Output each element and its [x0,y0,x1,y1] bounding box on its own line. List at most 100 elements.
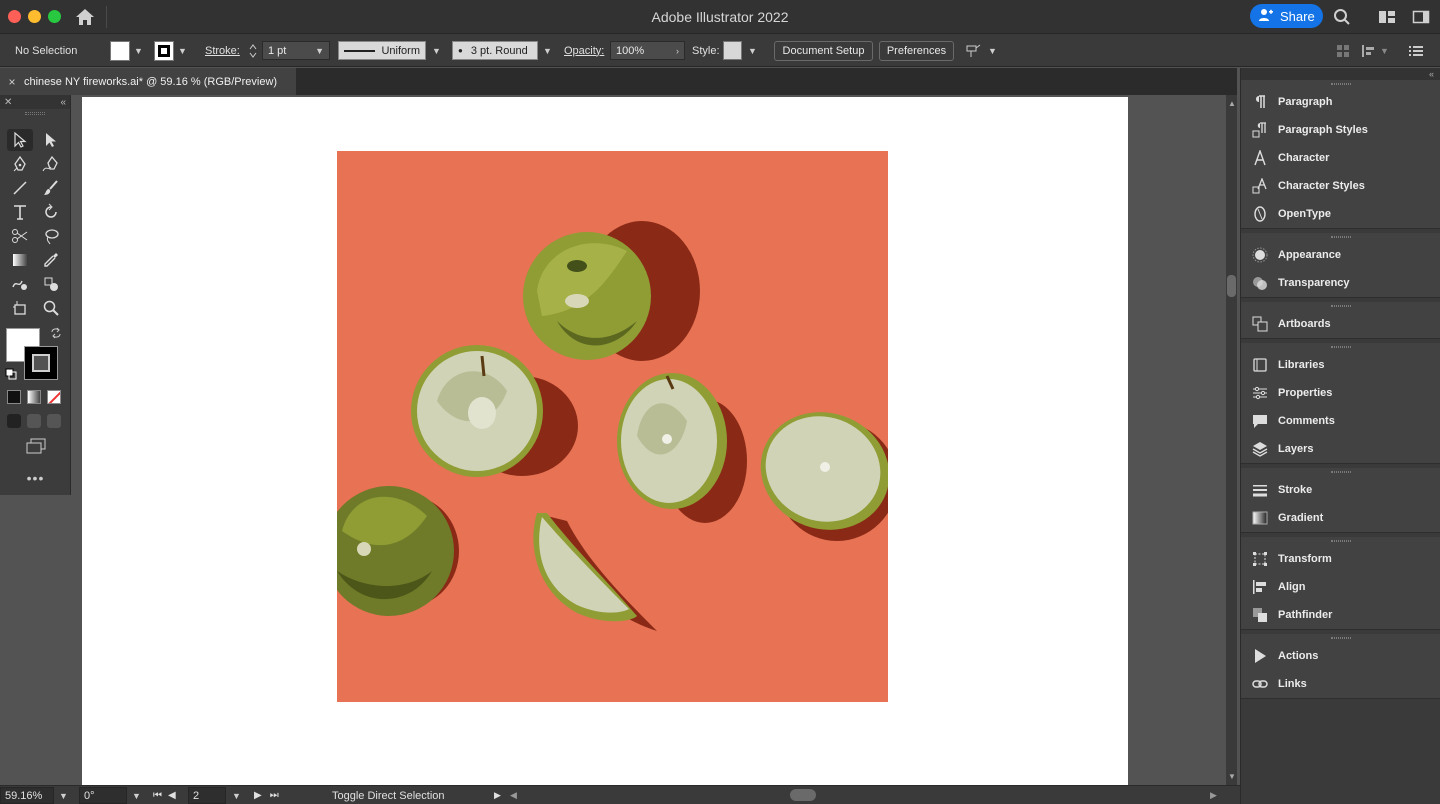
chevron-down-icon[interactable]: ▼ [134,46,143,56]
live-paint-bucket-tool[interactable] [38,273,64,295]
panel-item-paragraph-styles[interactable]: Paragraph Styles [1241,116,1440,144]
panel-item-artboards[interactable]: Artboards [1241,310,1440,338]
distribute-icon[interactable]: ▼ [1361,34,1389,67]
vertical-scroll-thumb[interactable] [1227,275,1236,297]
workspace-switcher-icon[interactable] [1378,8,1396,26]
type-tool[interactable] [7,201,33,223]
collapse-icon[interactable]: « [60,97,66,108]
panel-grip[interactable] [1241,468,1440,476]
search-icon[interactable] [1333,8,1351,26]
panel-item-libraries[interactable]: Libraries [1241,351,1440,379]
chevron-down-icon[interactable]: ▼ [988,46,997,56]
chevron-down-icon[interactable]: ▼ [432,46,441,56]
document-tab[interactable]: × chinese NY fireworks.ai* @ 59.16 % (RG… [0,68,296,95]
scroll-up-icon[interactable]: ▲ [1228,99,1236,108]
fill-swatch[interactable] [110,40,130,61]
chevron-down-icon[interactable]: ▼ [1380,46,1389,56]
variable-width-profile-dropdown[interactable]: Uniform [338,41,426,60]
artboard-tool[interactable] [7,297,33,319]
status-menu-arrow-icon[interactable]: ▶ [494,786,501,804]
chevron-down-icon[interactable]: ▼ [543,46,552,56]
previous-artboard-icon[interactable]: ◀ [168,790,176,801]
default-fill-stroke-icon[interactable] [5,368,17,383]
canvas-area[interactable] [72,95,1226,785]
panel-item-actions[interactable]: Actions [1241,642,1440,670]
horizontal-scroll-thumb[interactable] [790,789,816,801]
scroll-left-icon[interactable]: ◀ [510,786,517,804]
stroke-color-box[interactable] [24,346,58,380]
chevron-right-icon[interactable]: › [676,46,679,56]
scroll-down-icon[interactable]: ▼ [1228,772,1236,781]
panel-grip[interactable] [1241,537,1440,545]
rotation-field[interactable]: 0° [79,787,127,804]
panel-toggle-icon[interactable] [1412,8,1430,26]
pen-tool[interactable] [7,153,33,175]
graphic-style-control[interactable]: ▼ [723,34,757,67]
selection-tool[interactable] [7,129,33,151]
panel-item-transform[interactable]: Transform [1241,545,1440,573]
panel-grip[interactable] [1241,233,1440,241]
style-swatch[interactable] [723,41,742,60]
chevron-down-icon[interactable]: ▼ [178,46,187,56]
apples-artwork[interactable] [337,151,888,702]
gradient-tool[interactable] [7,249,33,271]
gradient-mode-icon[interactable] [27,390,41,404]
panel-item-character[interactable]: Character [1241,144,1440,172]
brush-chevron[interactable]: ▼ [543,34,552,67]
lasso-tool[interactable] [38,225,64,247]
scroll-right-icon[interactable]: ▶ [1210,786,1217,804]
draw-behind-icon[interactable] [27,414,41,428]
share-button[interactable]: Share [1250,4,1323,28]
vertical-scrollbar[interactable]: ▲ ▼ [1226,95,1237,785]
first-artboard-icon[interactable]: ⏮ [153,790,162,801]
draw-normal-icon[interactable] [7,414,21,428]
artboard-number-field[interactable]: 2 [188,787,226,804]
swap-fill-stroke-icon[interactable] [50,327,62,342]
profile-chevron[interactable]: ▼ [432,34,441,67]
zoom-level-field[interactable]: 59.16% [0,787,54,804]
blend-tool[interactable] [7,273,33,295]
stroke-color-control[interactable]: ▼ [154,34,187,67]
panel-item-opentype[interactable]: OpenType [1241,200,1440,228]
panel-item-properties[interactable]: Properties [1241,379,1440,407]
opacity-label[interactable]: Opacity: [564,34,604,67]
panel-grip[interactable] [1241,634,1440,642]
panel-item-appearance[interactable]: Appearance [1241,241,1440,269]
panel-item-align[interactable]: Align [1241,573,1440,601]
artboard-number-control[interactable]: 2 ▼ [188,786,241,804]
zoom-tool[interactable] [38,297,64,319]
stroke-swatch[interactable] [154,40,174,61]
stroke-weight-dropdown[interactable]: 1 pt ▼ [262,41,330,60]
more-tools-icon[interactable]: ••• [0,470,71,486]
opacity-field[interactable]: 100% › [610,41,685,60]
curvature-tool[interactable] [38,153,64,175]
panel-item-pathfinder[interactable]: Pathfinder [1241,601,1440,629]
close-icon[interactable]: ✕ [4,97,12,108]
panel-item-layers[interactable]: Layers [1241,435,1440,463]
preferences-button[interactable]: Preferences [879,41,954,61]
draw-inside-icon[interactable] [47,414,61,428]
align-panel-icon[interactable] [1336,34,1350,67]
next-artboard-icon[interactable]: ▶ [254,790,262,801]
panel-item-links[interactable]: Links [1241,670,1440,698]
eyedropper-tool[interactable] [38,249,64,271]
panel-item-paragraph[interactable]: Paragraph [1241,88,1440,116]
fill-color-control[interactable]: ▼ [110,34,143,67]
panel-menu-icon[interactable] [1409,34,1423,67]
direct-selection-tool[interactable] [38,129,64,151]
chevron-down-icon[interactable]: ▼ [748,46,757,56]
brush-definition-dropdown[interactable]: ● 3 pt. Round [452,41,538,60]
panel-grip[interactable] [1241,302,1440,310]
panel-item-transparency[interactable]: Transparency [1241,269,1440,297]
panel-grip[interactable] [1241,80,1440,88]
none-mode-icon[interactable] [47,390,61,404]
chevron-down-icon[interactable]: ▼ [232,791,241,801]
rotation-control[interactable]: 0° ▼ [79,786,141,804]
screen-mode-icon[interactable] [26,438,46,457]
document-setup-button[interactable]: Document Setup [774,41,873,61]
color-mode-icon[interactable] [7,390,21,404]
scissors-tool[interactable] [7,225,33,247]
chevron-down-icon[interactable]: ▼ [59,791,68,801]
panel-item-gradient[interactable]: Gradient [1241,504,1440,532]
chevron-down-icon[interactable]: ▼ [132,791,141,801]
